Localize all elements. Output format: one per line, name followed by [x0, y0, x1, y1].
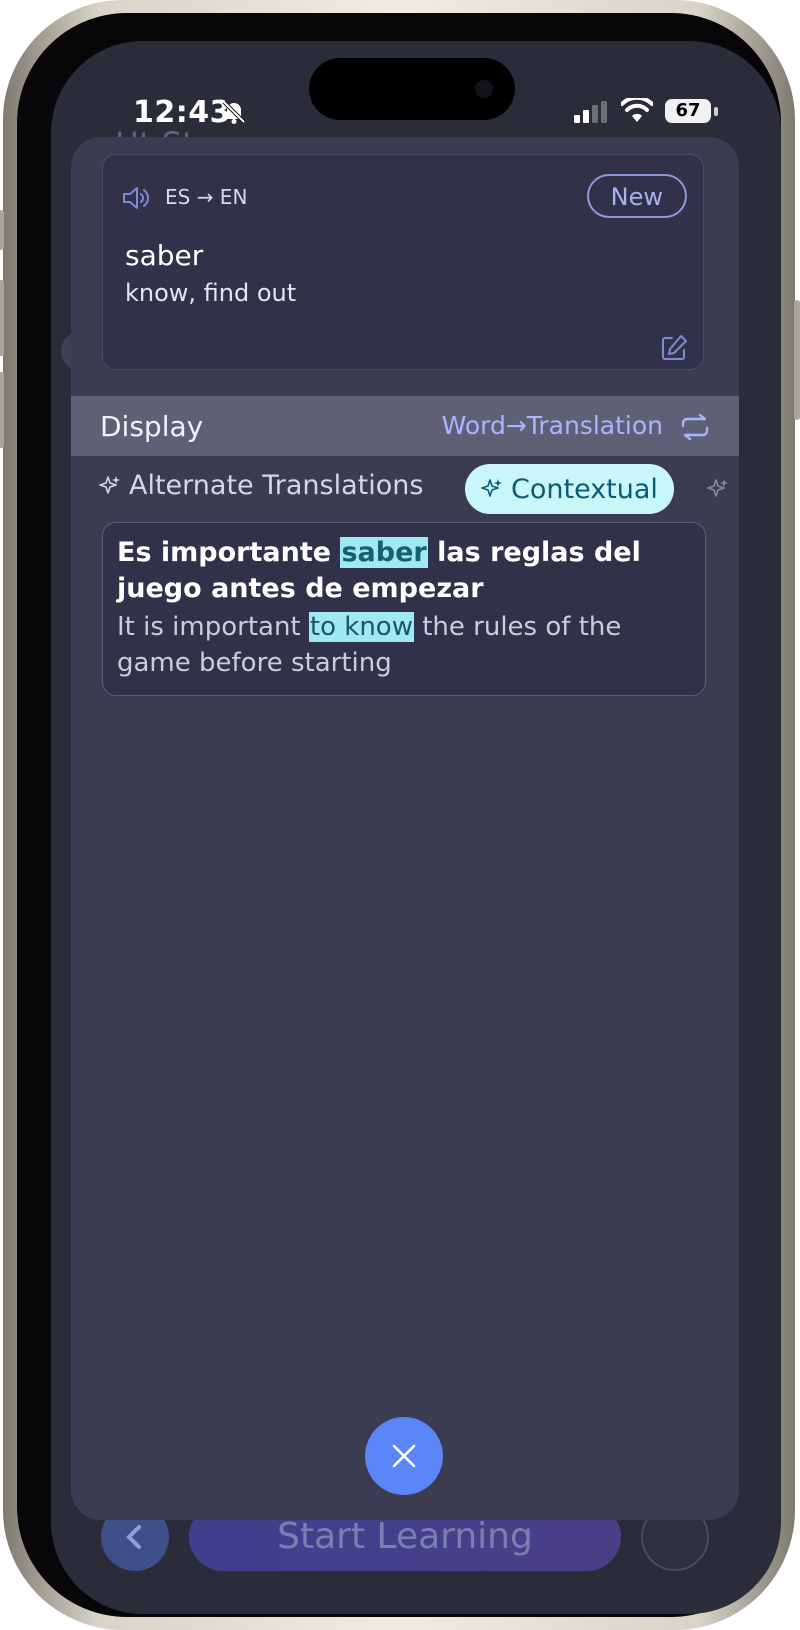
phone-side-button-volume-up — [0, 280, 4, 356]
status-time: 12:43 — [133, 95, 231, 130]
display-label: Display — [100, 410, 204, 443]
battery-nub — [714, 107, 718, 116]
edit-icon[interactable] — [659, 333, 689, 363]
language-pair: ES → EN — [165, 185, 248, 209]
display-setting-row[interactable]: Display Word→Translation — [71, 396, 739, 456]
swap-icon[interactable] — [679, 414, 711, 440]
close-icon — [392, 1444, 416, 1468]
context-en-highlight: to know — [308, 612, 414, 642]
phone-frame: Ht St Start Learning 12:43 — [0, 0, 800, 1630]
word-text: saber — [125, 239, 204, 272]
sparkle-icon — [481, 479, 502, 497]
context-sentence-spanish: Es importante saber las reglas del juego… — [117, 535, 691, 607]
new-status-button[interactable]: New — [586, 174, 687, 218]
context-sentence-english: It is important to know the rules of the… — [117, 609, 691, 681]
translation-tabs: Alternate Translations Contextual — [71, 464, 739, 518]
tab-alternate-label: Alternate Translations — [129, 470, 424, 501]
phone-side-button-silent — [0, 210, 4, 250]
context-sentence-card: Es importante saber las reglas del juego… — [102, 522, 706, 696]
tab-alternate-translations[interactable]: Alternate Translations — [99, 470, 423, 501]
tab-contextual-label: Contextual — [511, 473, 658, 505]
word-card: ES → EN New saber know, find out — [102, 154, 704, 370]
phone-side-button-volume-down — [0, 372, 4, 448]
context-es-before: Es importante — [117, 537, 341, 568]
close-button[interactable] — [365, 1417, 443, 1495]
status-bar: 12:43 67 — [51, 41, 781, 141]
context-es-highlight: saber — [340, 537, 428, 568]
speaker-icon[interactable] — [121, 185, 151, 211]
phone-side-button-power — [794, 300, 800, 420]
screen: Ht St Start Learning 12:43 — [51, 41, 781, 1614]
dynamic-island — [309, 58, 515, 120]
phone-bezel: Ht St Start Learning 12:43 — [17, 13, 781, 1617]
wifi-icon — [621, 98, 653, 122]
translation-text: know, find out — [125, 279, 297, 307]
tab-contextual[interactable]: Contextual — [465, 464, 674, 514]
bell-muted-icon — [222, 100, 246, 124]
sparkle-icon — [99, 475, 120, 494]
sparkle-icon[interactable] — [707, 478, 729, 500]
word-detail-sheet: ES → EN New saber know, find out Display… — [71, 137, 739, 1520]
battery-indicator: 67 — [665, 99, 711, 123]
cellular-signal-icon — [574, 101, 607, 123]
display-mode-value[interactable]: Word→Translation — [442, 411, 663, 440]
context-en-before: It is important — [117, 612, 309, 642]
